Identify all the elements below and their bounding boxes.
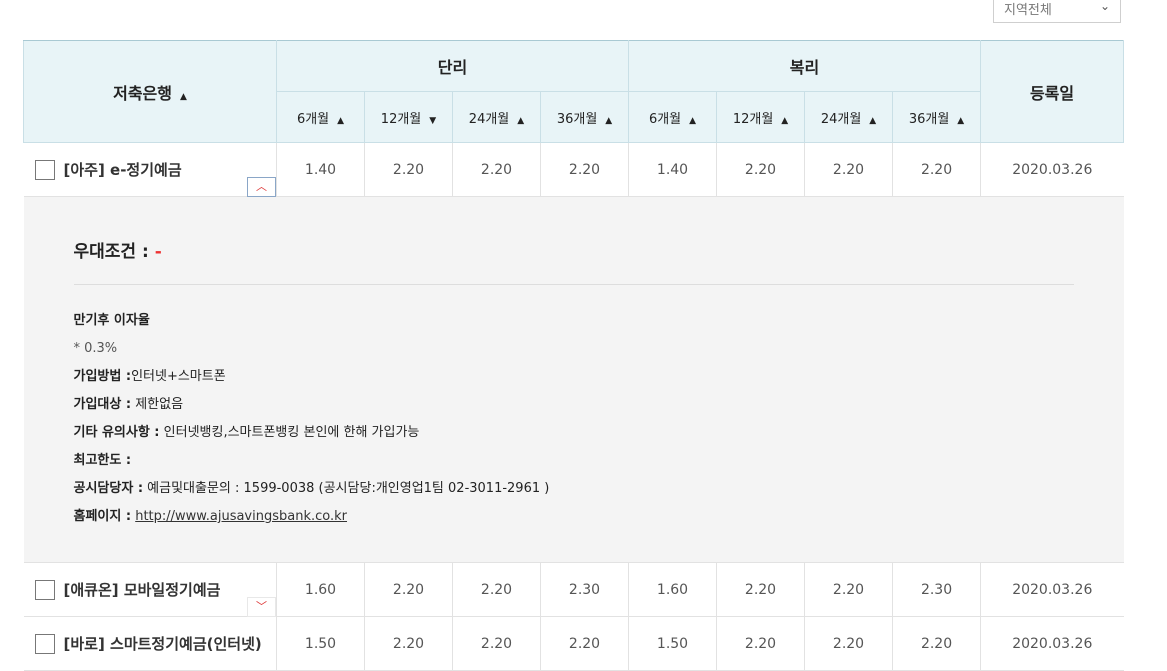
rate-cell: 2.20 (716, 616, 805, 671)
max-limit: 최고한도 : (73, 453, 132, 468)
rate-cell: 2.20 (716, 142, 805, 197)
table-row: [아주] e-정기예금 ︿ 1.40 2.20 2.20 2.20 1.40 2… (23, 142, 1124, 197)
homepage-link[interactable]: http://www.ajusavingsbank.co.kr (135, 509, 347, 524)
rate-cell: 2.20 (804, 142, 893, 197)
rate-cell: 2.20 (452, 616, 541, 671)
col-term-header[interactable]: 24개월 ▲ (804, 91, 894, 143)
col-term-header[interactable]: 6개월 ▲ (628, 91, 718, 143)
join-method: 가입방법 :인터넷+스마트폰 (73, 369, 226, 384)
table-row: [바로] 스마트정기예금(인터넷) 1.50 2.20 2.20 2.20 1.… (23, 616, 1124, 671)
col-term-header[interactable]: 36개월 ▲ (539, 91, 630, 143)
expand-button[interactable]: ﹀ (247, 597, 276, 617)
rate-cell: 2.20 (452, 142, 541, 197)
maturity-label: 만기후 이자율 (73, 313, 150, 328)
col-term-header[interactable]: 36개월 ▲ (892, 91, 982, 143)
maturity-rate: * 0.3% (73, 341, 118, 356)
sort-up-icon: ▲ (957, 115, 965, 126)
rate-cell: 1.40 (276, 142, 365, 197)
sort-up-icon: ▲ (517, 115, 525, 126)
rate-cell: 2.20 (892, 142, 981, 197)
date-cell: 2020.03.26 (980, 562, 1124, 617)
rate-cell: 2.20 (364, 562, 453, 617)
date-cell: 2020.03.26 (980, 142, 1124, 197)
chevron-down-icon: ⌄ (1099, 0, 1110, 13)
bank-name: [바로] 스마트정기예금(인터넷) (63, 635, 262, 653)
collapse-button[interactable]: ︿ (247, 177, 276, 197)
homepage: 홈페이지 : http://www.ajusavingsbank.co.kr (73, 509, 348, 524)
bank-cell: [바로] 스마트정기예금(인터넷) (23, 616, 277, 671)
bank-name: [애큐온] 모바일정기예금 (63, 581, 221, 599)
rate-cell: 1.40 (628, 142, 717, 197)
rate-cell: 2.20 (804, 616, 893, 671)
col-bank-header[interactable]: 저축은행 ▲ (23, 40, 277, 143)
join-target: 가입대상 : 제한없음 (73, 397, 184, 412)
rate-cell: 2.20 (364, 616, 453, 671)
rate-cell: 1.60 (628, 562, 717, 617)
col-compound-header: 복리 (628, 40, 982, 92)
sort-up-icon: ▲ (605, 115, 613, 126)
preferential-condition: 우대조건 : - (73, 237, 1074, 285)
region-select-value: 지역전체 (1004, 3, 1052, 18)
detail-panel: 우대조건 : - 만기후 이자율 * 0.3% 가입방법 :인터넷+스마트폰 가… (23, 196, 1124, 563)
rate-cell: 2.20 (539, 142, 629, 197)
rate-cell: 1.50 (628, 616, 717, 671)
deposit-rate-table: 저축은행 ▲ 단리 복리 등록일 6개월 ▲ 12개월 ▼ 24개월 ▲ 36개월 ▲ 6… (23, 40, 1125, 671)
rate-cell: 2.20 (804, 562, 893, 617)
row-checkbox[interactable] (34, 633, 55, 654)
sort-up-icon: ▲ (781, 115, 789, 126)
row-checkbox[interactable] (34, 579, 55, 600)
bank-cell: [애큐온] 모바일정기예금 ﹀ (23, 562, 277, 617)
rate-cell: 2.20 (716, 562, 805, 617)
disclosure-contact: 공시담당자 : 예금및대출문의 : 1599-0038 (공시담당:개인영업1팀… (73, 481, 550, 496)
detail-row: 우대조건 : - 만기후 이자율 * 0.3% 가입방법 :인터넷+스마트폰 가… (23, 196, 1124, 563)
col-term-header[interactable]: 12개월 ▲ (716, 91, 806, 143)
date-cell: 2020.03.26 (980, 616, 1124, 671)
rate-cell: 2.20 (364, 142, 453, 197)
rate-cell: 2.20 (539, 616, 629, 671)
sort-up-icon: ▲ (337, 115, 345, 126)
row-checkbox[interactable] (34, 159, 55, 180)
table-row: [애큐온] 모바일정기예금 ﹀ 1.60 2.20 2.20 2.30 1.60… (23, 562, 1124, 617)
bank-name: [아주] e-정기예금 (63, 161, 182, 179)
sort-down-icon: ▼ (429, 115, 437, 126)
col-term-header[interactable]: 12개월 ▼ (364, 91, 453, 143)
rate-cell: 2.30 (892, 562, 981, 617)
rate-cell: 1.50 (276, 616, 365, 671)
sort-up-icon: ▲ (179, 91, 187, 102)
chevron-down-icon: ﹀ (256, 600, 267, 613)
rate-cell: 2.20 (892, 616, 981, 671)
sort-up-icon: ▲ (689, 115, 697, 126)
rate-cell: 1.60 (276, 562, 365, 617)
sort-up-icon: ▲ (869, 115, 877, 126)
other-notes: 기타 유의사항 : 인터넷뱅킹,스마트폰뱅킹 본인에 한해 가입가능 (73, 425, 420, 440)
col-simple-header: 단리 (275, 40, 630, 92)
chevron-up-icon: ︿ (256, 180, 267, 193)
col-term-header[interactable]: 24개월 ▲ (452, 91, 541, 143)
rate-cell: 2.30 (539, 562, 629, 617)
col-registered-header: 등록일 (980, 40, 1125, 143)
rate-cell: 2.20 (452, 562, 541, 617)
bank-cell: [아주] e-정기예금 ︿ (23, 142, 277, 197)
region-select[interactable]: 지역전체 ⌄ (993, 0, 1121, 23)
col-term-header[interactable]: 6개월 ▲ (276, 91, 365, 143)
